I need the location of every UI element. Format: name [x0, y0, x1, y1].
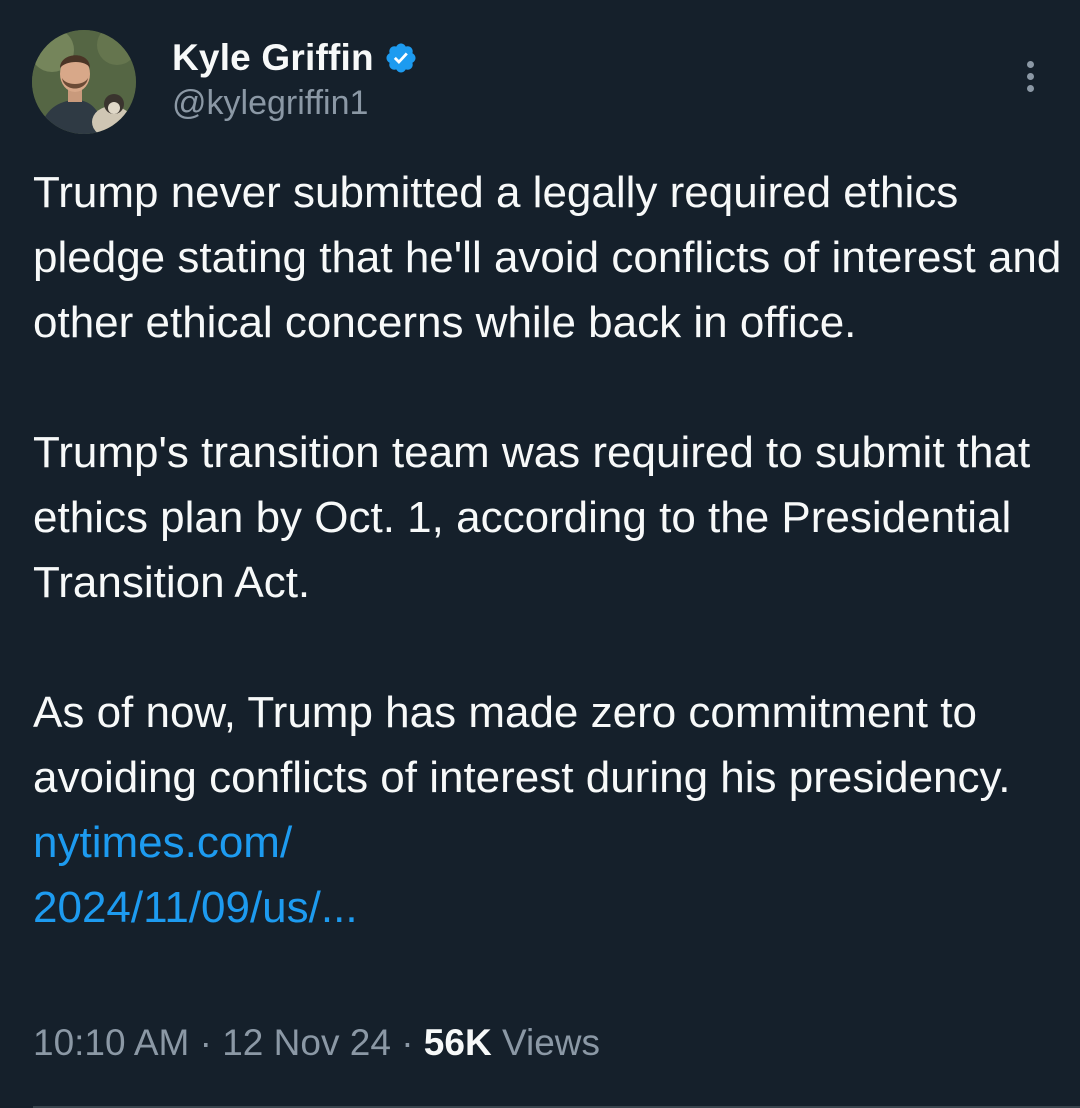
tweet-paragraph-2: Trump's transition team was required to … [33, 428, 1031, 607]
verified-badge-icon[interactable] [384, 41, 418, 75]
article-link-part-1[interactable]: nytimes.com/ [33, 818, 292, 867]
name-row: Kyle Griffin [172, 34, 418, 82]
author-handle[interactable]: @kylegriffin1 [172, 84, 418, 123]
tweet-paragraph-3-text: As of now, Trump has made zero commitmen… [33, 688, 1011, 802]
article-link-part-2[interactable]: 2024/11/09/us/... [33, 883, 358, 932]
author-names: Kyle Griffin @kylegriffin1 [172, 34, 418, 123]
display-name[interactable]: Kyle Griffin [172, 37, 374, 79]
article-link[interactable]: nytimes.com/2024/11/09/us/... [33, 818, 358, 932]
tweet-meta: 10:10 AM · 12 Nov 24 · 56K Views [33, 1022, 600, 1064]
tweet-paragraph-1: Trump never submitted a legally required… [33, 168, 1062, 347]
tweet-text: Trump never submitted a legally required… [33, 160, 1063, 940]
tweet-paragraph-3: As of now, Trump has made zero commitmen… [33, 680, 1063, 940]
tweet-time[interactable]: 10:10 AM [33, 1022, 189, 1063]
meta-separator: · [199, 1022, 212, 1063]
tweet: Kyle Griffin @kylegriffin1 Trump never s… [0, 0, 1080, 1108]
more-vertical-icon[interactable] [1008, 54, 1052, 98]
tweet-header: Kyle Griffin @kylegriffin1 [32, 30, 1052, 136]
views-count[interactable]: 56K [424, 1022, 492, 1063]
meta-separator: · [401, 1022, 414, 1063]
avatar[interactable] [32, 30, 136, 134]
tweet-date[interactable]: 12 Nov 24 [222, 1022, 391, 1063]
avatar-image [32, 30, 136, 134]
views-label: Views [501, 1022, 600, 1063]
